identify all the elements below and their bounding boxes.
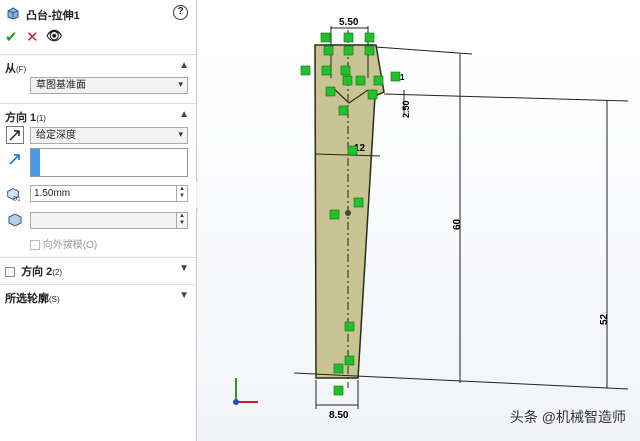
- draft-angle-input[interactable]: ▲ ▼: [30, 212, 188, 229]
- relation-label: 1: [400, 73, 405, 82]
- boss-extrude-icon: [7, 7, 19, 20]
- direction-arrow-icon: [9, 154, 20, 165]
- reverse-direction-icon[interactable]: [6, 126, 24, 144]
- ok-icon[interactable]: ✔: [5, 28, 18, 46]
- depth-icon: D1: [7, 188, 21, 202]
- draft-spinner[interactable]: ▲ ▼: [176, 213, 187, 228]
- section-from-key: (F): [16, 65, 27, 74]
- dim-lower-height[interactable]: 52: [599, 313, 610, 325]
- spin-up-icon[interactable]: ▲: [177, 213, 187, 220]
- section-from-header[interactable]: 从(F) ▲: [0, 54, 196, 76]
- dim-total-height[interactable]: 60: [452, 218, 463, 230]
- selection-box-accent: [31, 149, 40, 176]
- from-select[interactable]: 草图基准面 ▾: [30, 77, 188, 94]
- section-contours-header[interactable]: 所选轮廓(S) ▼: [0, 284, 196, 306]
- spin-up-icon[interactable]: ▲: [177, 186, 187, 193]
- chevron-down-icon: ▾: [178, 129, 183, 139]
- property-manager-panel: 凸台-拉伸1 ? ✔ ✕ 👁 从(F) ▲ 草图基准面 ▾ 方向 1(1) ▲ …: [0, 0, 197, 441]
- section-direction1-key: (1): [36, 114, 46, 123]
- chevron-up-icon[interactable]: ▲: [179, 60, 189, 71]
- section-direction1-header[interactable]: 方向 1(1) ▲: [0, 103, 196, 125]
- draft-icon[interactable]: [6, 211, 24, 229]
- bottom-reference-line: [293, 372, 629, 390]
- section-direction2-key: (2): [52, 268, 63, 277]
- preview-eye-icon[interactable]: 👁: [46, 28, 63, 44]
- direction2-checkbox[interactable]: [5, 267, 15, 278]
- spin-down-icon[interactable]: ▼: [177, 193, 187, 200]
- from-select-value: 草图基准面: [36, 80, 86, 91]
- panel-title: 凸台-拉伸1: [26, 10, 80, 22]
- direction-selection-box[interactable]: [30, 148, 188, 177]
- dim-small-height[interactable]: 2.50: [401, 100, 411, 118]
- section-contours-key: (S): [49, 295, 60, 304]
- height-extension-top: [375, 46, 473, 55]
- section-direction2-label: 方向 2: [21, 266, 53, 278]
- depth-input[interactable]: 1.50mm ▲ ▼: [30, 185, 188, 202]
- chevron-down-icon[interactable]: ▼: [179, 263, 189, 274]
- help-icon[interactable]: ?: [173, 5, 188, 20]
- svg-text:D1: D1: [13, 196, 21, 202]
- section-from-label: 从: [5, 63, 16, 75]
- dim-bottom-width[interactable]: 8.50: [329, 410, 349, 421]
- end-condition-select[interactable]: 给定深度 ▾: [30, 127, 188, 144]
- end-condition-value: 给定深度: [36, 130, 76, 141]
- draft-outward-checkbox[interactable]: [30, 240, 40, 251]
- graphics-viewport[interactable]: 5.50 2.50 12 60 52 8.50 1 头条 @机械智造师: [198, 0, 640, 441]
- depth-value: 1.50mm: [34, 188, 71, 199]
- action-bar: ✔ ✕ 👁: [0, 26, 196, 48]
- cancel-icon[interactable]: ✕: [26, 28, 39, 46]
- origin-point[interactable]: [345, 210, 351, 216]
- watermark-text: 头条 @机械智造师: [509, 409, 626, 425]
- chevron-down-icon: ▾: [178, 79, 183, 89]
- sketch-canvas[interactable]: 5.50 2.50 12 60 52 8.50 1: [198, 0, 640, 441]
- section-direction2-header[interactable]: 方向 2(2) ▼: [0, 257, 196, 279]
- draft-outward-label: 向外拔模(O): [42, 240, 98, 251]
- spin-down-icon[interactable]: ▼: [177, 220, 187, 227]
- chevron-up-icon[interactable]: ▲: [179, 109, 189, 120]
- dim-top-width[interactable]: 5.50: [339, 17, 359, 28]
- section-contours-label: 所选轮廓: [5, 293, 49, 305]
- chevron-down-icon[interactable]: ▼: [179, 290, 189, 301]
- section-direction1-label: 方向 1: [5, 112, 37, 124]
- top-reference-line: [383, 93, 629, 102]
- axis-triad-icon[interactable]: [233, 378, 258, 405]
- draft-outward-option[interactable]: 向外拔模(O): [30, 236, 97, 251]
- panel-titlebar: 凸台-拉伸1 ?: [0, 0, 196, 26]
- depth-spinner[interactable]: ▲ ▼: [176, 186, 187, 201]
